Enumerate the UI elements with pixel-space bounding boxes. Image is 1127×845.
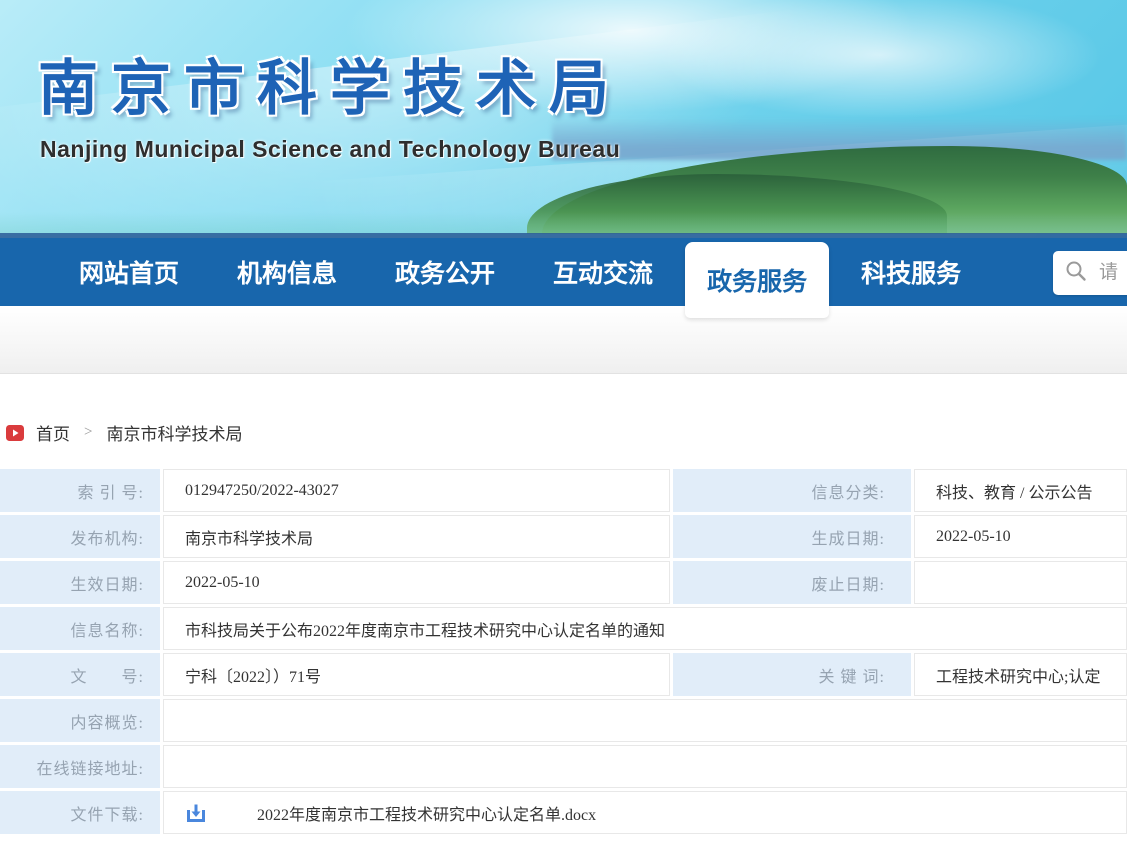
label-effective-date: 生效日期: [0,561,160,604]
value-expiry-date [914,561,1127,604]
breadcrumb-current-page: 南京市科学技术局 [106,420,242,445]
label-keywords: 关 键 词: [673,653,911,696]
search-box[interactable] [1053,251,1127,295]
label-online-link: 在线链接地址: [0,745,160,788]
nav-item-gov-disclosure[interactable]: 政务公开 [369,238,521,306]
label-info-category: 信息分类: [673,469,911,512]
breadcrumb: 首页 > 南京市科学技术局 [6,420,1127,445]
search-input[interactable] [1099,262,1127,284]
value-keywords: 工程技术研究中心;认定 [914,653,1127,696]
download-icon [185,802,207,824]
value-online-link [163,745,1127,788]
breadcrumb-separator: > [84,424,92,441]
value-content-overview [163,699,1127,742]
main-navigation: 网站首页 机构信息 政务公开 互动交流 政务服务 科技服务 [0,238,1127,306]
label-file-download: 文件下载: [0,791,160,834]
nav-item-interaction[interactable]: 互动交流 [527,238,679,306]
nav-item-org-info[interactable]: 机构信息 [211,238,363,306]
label-info-name: 信息名称: [0,607,160,650]
search-icon [1065,260,1087,287]
nav-item-home[interactable]: 网站首页 [53,238,205,306]
value-effective-date: 2022-05-10 [163,561,670,604]
value-info-name: 市科技局关于公布2022年度南京市工程技术研究中心认定名单的通知 [163,607,1127,650]
secondary-nav-band [0,306,1127,374]
value-index-number: 012947250/2022-43027 [163,469,670,512]
file-download-link[interactable]: 2022年度南京市工程技术研究中心认定名单.docx [185,801,596,825]
value-issuing-agency: 南京市科学技术局 [163,515,670,558]
value-info-category: 科技、教育 / 公示公告 [914,469,1127,512]
header-banner: 南京市科学技术局 Nanjing Municipal Science and T… [0,0,1127,238]
label-index-number: 索 引 号: [0,469,160,512]
label-expiry-date: 废止日期: [673,561,911,604]
site-subtitle-english: Nanjing Municipal Science and Technology… [40,136,620,163]
breadcrumb-home-link[interactable]: 首页 [36,420,70,445]
breadcrumb-home-icon [6,424,24,442]
site-title: 南京市科学技术局 [38,40,622,127]
file-name: 2022年度南京市工程技术研究中心认定名单.docx [257,801,596,825]
value-document-number: 宁科〔2022〕）71号 [163,653,670,696]
nav-item-tech-services[interactable]: 科技服务 [835,238,987,306]
label-creation-date: 生成日期: [673,515,911,558]
document-info-table: 索 引 号: 012947250/2022-43027 信息分类: 科技、教育 … [0,469,1127,834]
label-content-overview: 内容概览: [0,699,160,742]
value-creation-date: 2022-05-10 [914,515,1127,558]
nav-item-gov-services[interactable]: 政务服务 [685,242,829,318]
label-document-number: 文 号: [0,653,160,696]
value-file-download: 2022年度南京市工程技术研究中心认定名单.docx [163,791,1127,834]
label-issuing-agency: 发布机构: [0,515,160,558]
